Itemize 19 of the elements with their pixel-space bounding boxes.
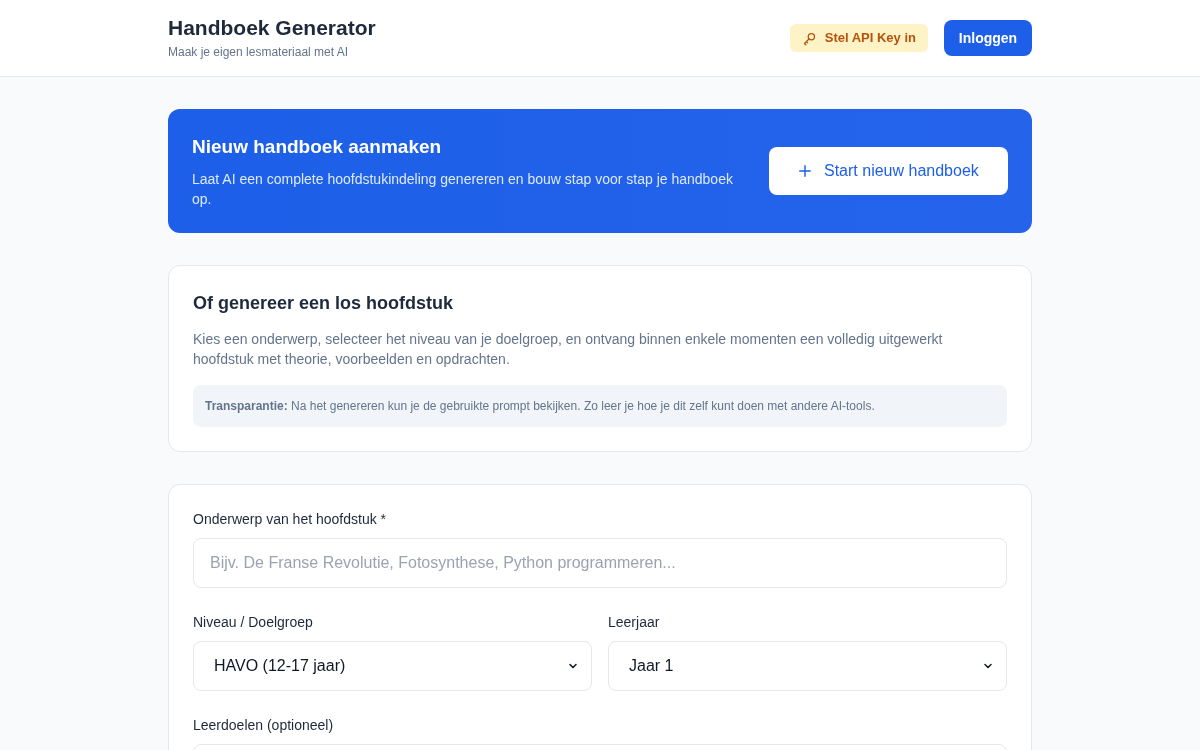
api-key-button[interactable]: Stel API Key in xyxy=(789,24,928,52)
year-select[interactable]: Jaar 1 xyxy=(608,641,1007,691)
transparency-note: Transparantie: Na het genereren kun je de gebruikte prompt bekijken. Zo leer je hoe je dit zelf kunt doen met andere AI-tools. xyxy=(193,385,1007,427)
field-label: Leerjaar xyxy=(608,613,661,632)
level-select[interactable]: HAVO (12-17 jaar) xyxy=(193,641,592,691)
field-label: Leerdoelen (optioneel) xyxy=(193,716,335,735)
intro-title: Of genereer een los hoofdstuk xyxy=(193,292,455,315)
topic-input-field[interactable]: Bijv. De Franse Revolutie, Fotosynthese, Python programmeren... xyxy=(193,538,1007,588)
start-handbook-button[interactable]: Start nieuw handboek xyxy=(768,147,1008,195)
field-label: Niveau / Doelgroep xyxy=(193,613,314,632)
intro-description: Kies een onderwerp, selecteer het niveau van je doelgroep, en ontvang binnen enkele momenten een volledig uitgewerkt hoofdstuk met theorie, voorbeelden en opdrachten. xyxy=(193,330,944,369)
hero-description: Laat AI een complete hoofdstukindeling genereren en bouw stap voor stap je handboek op. xyxy=(192,170,734,210)
login-button[interactable]: Inloggen xyxy=(944,20,1032,56)
hero-title: Nieuw handboek aanmaken xyxy=(192,134,443,159)
field-label: Onderwerp van het hoofdstuk * xyxy=(193,510,387,529)
app-subtitle: Maak je eigen lesmateriaal met AI xyxy=(168,44,350,62)
app-title: Handboek Generator xyxy=(168,14,376,41)
key-icon xyxy=(801,30,817,46)
plus-icon xyxy=(798,164,812,178)
